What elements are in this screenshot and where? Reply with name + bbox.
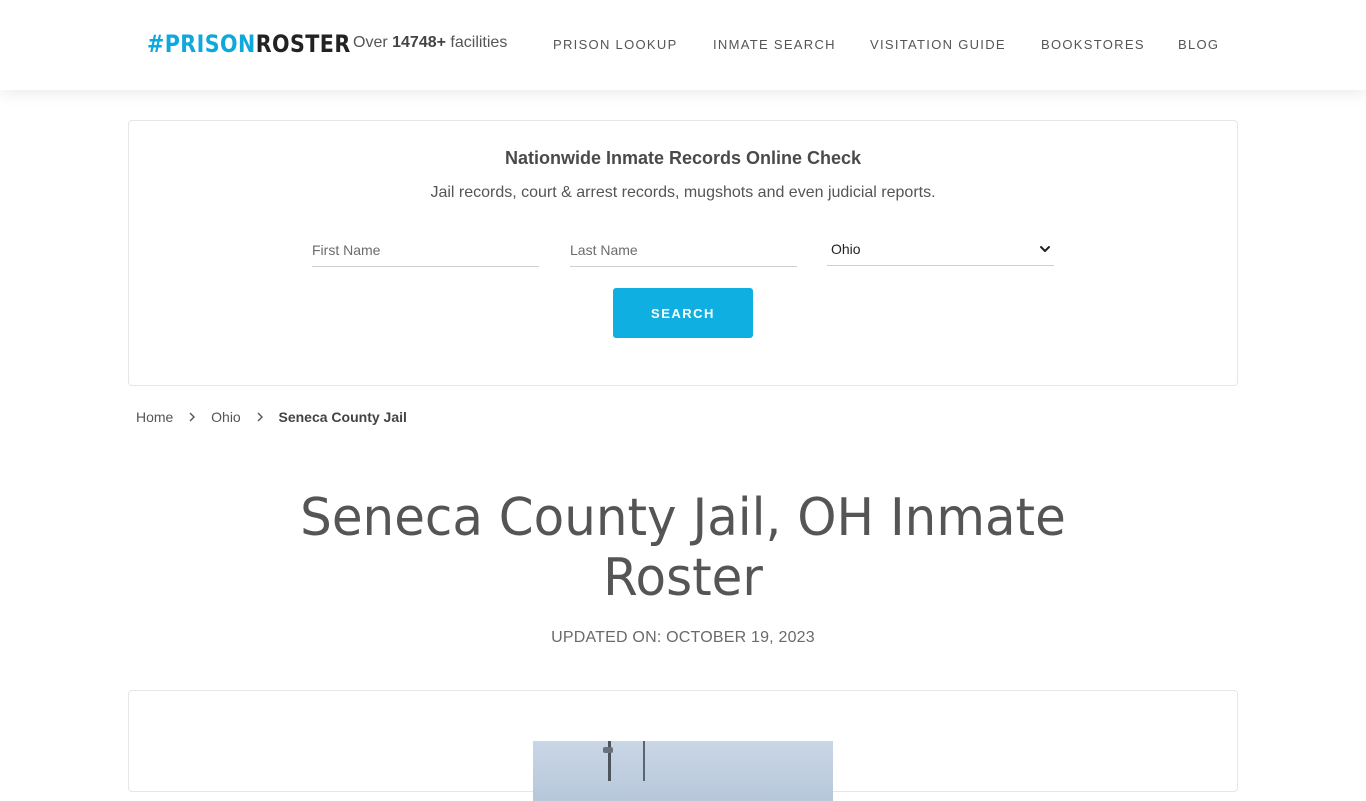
search-card-title: Nationwide Inmate Records Online Check xyxy=(504,148,862,168)
nav-visitation-guide[interactable]: VISITATION GUIDE xyxy=(870,37,1006,52)
search-button[interactable]: SEARCH xyxy=(613,288,753,338)
breadcrumb-ohio[interactable]: Ohio xyxy=(211,409,241,425)
site-header: #PRISONROSTER Over 14748+ facilities PRI… xyxy=(0,0,1366,90)
chevron-right-icon xyxy=(257,412,263,422)
nav-inmate-search[interactable]: INMATE SEARCH xyxy=(713,37,836,52)
state-select-value: Ohio xyxy=(831,241,861,257)
page-title: Seneca County Jail, OH Inmate Roster xyxy=(300,488,1066,608)
search-card: Nationwide Inmate Records Online Check J… xyxy=(128,120,1238,386)
content-card xyxy=(128,690,1238,801)
nav-bookstores[interactable]: BOOKSTORES xyxy=(1041,37,1145,52)
facility-image xyxy=(533,741,833,801)
state-select[interactable]: Ohio xyxy=(827,233,1054,266)
last-name-input[interactable] xyxy=(570,233,797,267)
search-card-subtitle: Jail records, court & arrest records, mu… xyxy=(430,184,936,201)
chevron-down-icon xyxy=(1040,246,1050,252)
image-pole xyxy=(643,741,645,781)
first-name-input[interactable] xyxy=(312,233,539,267)
chevron-right-icon xyxy=(189,412,196,422)
breadcrumb: Home Ohio Seneca County Jail xyxy=(136,408,407,428)
image-light xyxy=(603,747,613,753)
breadcrumb-current: Seneca County Jail xyxy=(278,409,407,426)
nav-prison-lookup[interactable]: PRISON LOOKUP xyxy=(553,37,678,52)
main-nav: PRISON LOOKUP INMATE SEARCH VISITATION G… xyxy=(0,37,1366,57)
updated-date: UPDATED ON: OCTOBER 19, 2023 xyxy=(551,629,815,646)
nav-blog[interactable]: BLOG xyxy=(1178,37,1219,52)
breadcrumb-home[interactable]: Home xyxy=(136,409,173,425)
